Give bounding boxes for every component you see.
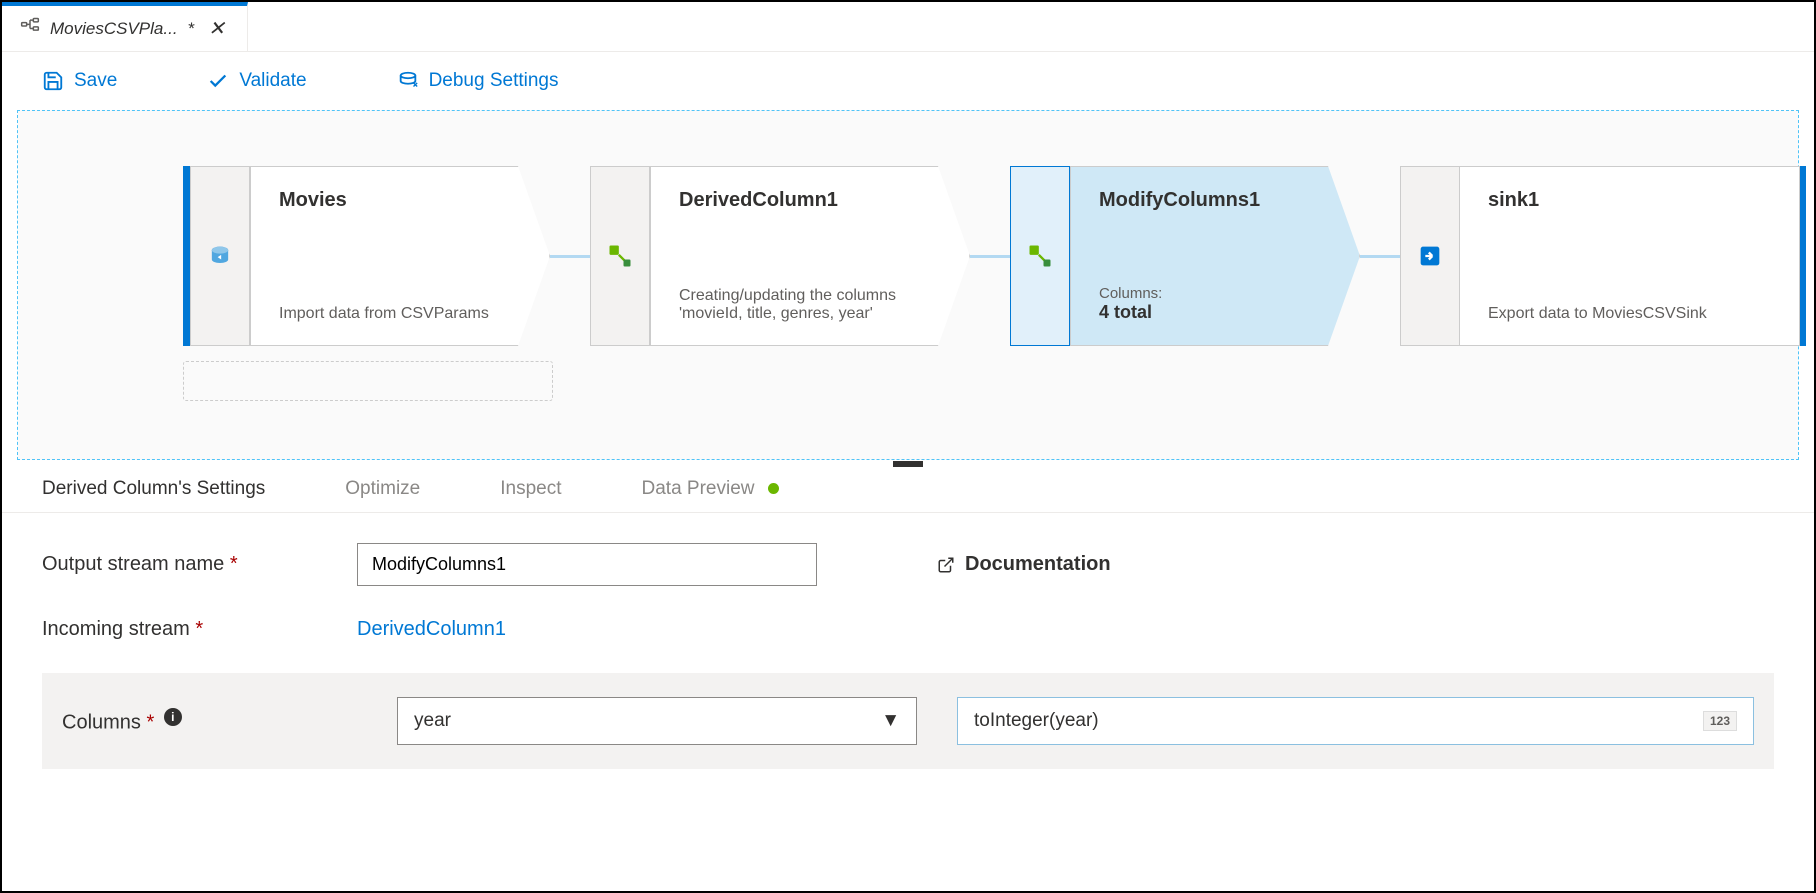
validate-button[interactable]: Validate xyxy=(207,70,306,92)
node-title: sink1 xyxy=(1488,189,1771,212)
flow-canvas[interactable]: Movies Import data from CSVParams + Deri… xyxy=(17,110,1799,460)
status-dot-icon xyxy=(768,483,779,494)
output-stream-label: Output stream name * xyxy=(42,553,357,576)
tab-data-preview[interactable]: Data Preview xyxy=(642,478,779,500)
node-total: 4 total xyxy=(1099,302,1339,323)
file-tab[interactable]: MoviesCSVPla... * ✕ xyxy=(2,2,248,51)
tab-optimize[interactable]: Optimize xyxy=(345,478,420,500)
tab-dirty-indicator: * xyxy=(188,19,195,39)
node-desc: Creating/updating the columns 'movieId, … xyxy=(679,287,949,323)
incoming-stream-label: Incoming stream * xyxy=(42,618,357,641)
incoming-stream-link[interactable]: DerivedColumn1 xyxy=(357,618,506,641)
node-title: Movies xyxy=(279,189,529,212)
panel-resize-handle[interactable] xyxy=(893,461,923,467)
column-expression-input[interactable]: toInteger(year) 123 xyxy=(957,697,1754,745)
chevron-down-icon: ▼ xyxy=(881,710,900,732)
derived-column-icon xyxy=(590,166,650,346)
node-title: DerivedColumn1 xyxy=(679,189,949,212)
settings-panel: Output stream name * Documentation Incom… xyxy=(2,513,1814,799)
info-icon[interactable]: i xyxy=(164,708,182,726)
node-title: ModifyColumns1 xyxy=(1099,189,1339,212)
documentation-link[interactable]: Documentation xyxy=(937,553,1111,576)
save-button[interactable]: Save xyxy=(42,70,117,92)
source-icon xyxy=(190,166,250,346)
tab-settings[interactable]: Derived Column's Settings xyxy=(42,478,265,500)
tab-inspect[interactable]: Inspect xyxy=(500,478,561,500)
close-icon[interactable]: ✕ xyxy=(204,16,229,41)
node-desc: Import data from CSVParams xyxy=(279,305,529,323)
node-sublabel: Columns: xyxy=(1099,285,1339,302)
flow-node-derived[interactable]: DerivedColumn1 Creating/updating the col… xyxy=(590,166,970,346)
derived-column-icon xyxy=(1010,166,1070,346)
flow-node-modify-selected[interactable]: ModifyColumns1 Columns: 4 total + xyxy=(1010,166,1360,346)
dataflow-icon xyxy=(20,16,40,41)
drop-zone[interactable] xyxy=(183,361,553,401)
flow-node-source[interactable]: Movies Import data from CSVParams + xyxy=(183,166,550,346)
debug-settings-button[interactable]: Debug Settings xyxy=(397,70,559,92)
toolbar: Save Validate Debug Settings xyxy=(2,52,1814,110)
column-name-dropdown[interactable]: year ▼ xyxy=(397,697,917,745)
tab-label: MoviesCSVPla... xyxy=(50,19,178,39)
type-badge: 123 xyxy=(1703,711,1737,731)
panel-tabs: Derived Column's Settings Optimize Inspe… xyxy=(2,460,1814,513)
columns-label: Columns * i xyxy=(62,708,357,735)
flow-node-sink[interactable]: sink1 Export data to MoviesCSVSink xyxy=(1400,166,1806,346)
sink-icon xyxy=(1400,166,1460,346)
output-stream-input[interactable] xyxy=(357,543,817,586)
node-desc: Export data to MoviesCSVSink xyxy=(1488,305,1771,323)
